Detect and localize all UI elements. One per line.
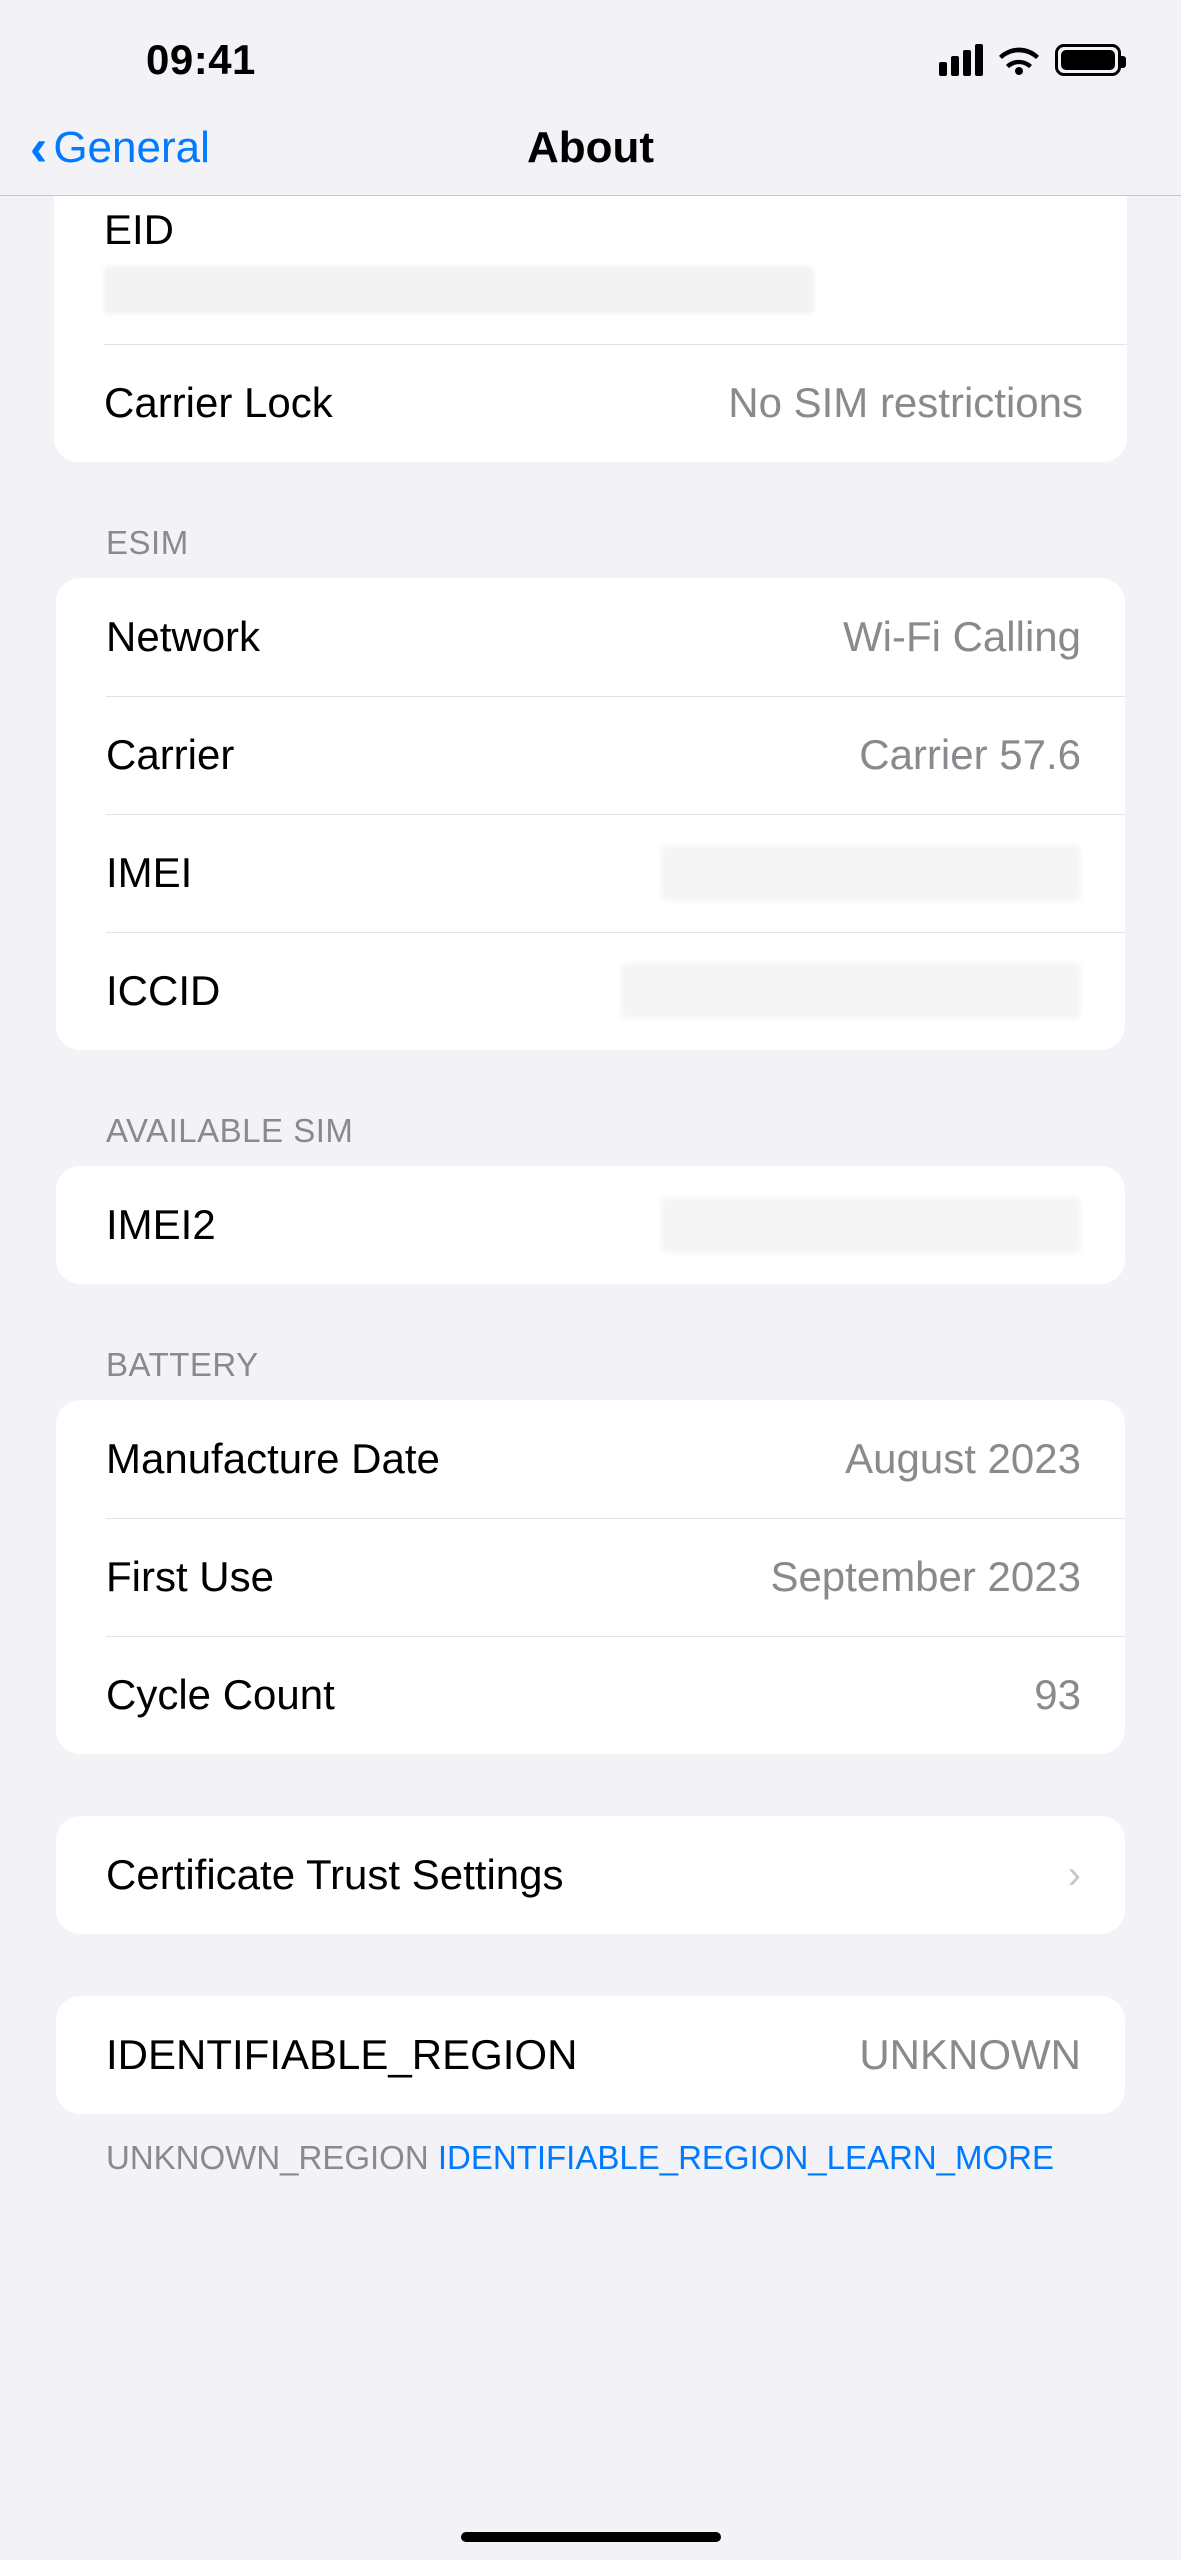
back-button[interactable]: ‹ General: [30, 122, 210, 174]
wifi-icon: [999, 45, 1039, 75]
chevron-left-icon: ‹: [30, 122, 47, 174]
chevron-right-icon: ›: [1068, 1853, 1081, 1898]
row-imei[interactable]: IMEI: [56, 814, 1125, 932]
carrier-value: Carrier 57.6: [859, 731, 1081, 779]
iccid-value-redacted: [621, 963, 1081, 1019]
battery-icon: [1055, 44, 1121, 76]
row-certificate-trust-settings[interactable]: Certificate Trust Settings ›: [56, 1816, 1125, 1934]
row-iccid[interactable]: ICCID: [56, 932, 1125, 1050]
group-region: IDENTIFIABLE_REGION UNKNOWN: [56, 1996, 1125, 2114]
row-identifiable-region[interactable]: IDENTIFIABLE_REGION UNKNOWN: [56, 1996, 1125, 2114]
row-first-use[interactable]: First Use September 2023: [56, 1518, 1125, 1636]
certificate-trust-label: Certificate Trust Settings: [106, 1851, 564, 1899]
group-available-sim: IMEI2: [56, 1166, 1125, 1284]
back-label: General: [53, 123, 210, 173]
region-footer-prefix: UNKNOWN_REGION: [106, 2139, 438, 2176]
region-learn-more-link[interactable]: IDENTIFIABLE_REGION_LEARN_MORE: [438, 2139, 1054, 2176]
carrier-label: Carrier: [106, 731, 234, 779]
section-header-battery: BATTERY: [56, 1284, 1125, 1400]
manufacture-date-value: August 2023: [845, 1435, 1081, 1483]
status-bar: 09:41: [0, 0, 1181, 110]
network-label: Network: [106, 613, 260, 661]
iccid-label: ICCID: [106, 967, 220, 1015]
row-carrier-lock[interactable]: Carrier Lock No SIM restrictions: [54, 344, 1127, 462]
home-indicator[interactable]: [461, 2532, 721, 2542]
group-battery: Manufacture Date August 2023 First Use S…: [56, 1400, 1125, 1754]
row-manufacture-date[interactable]: Manufacture Date August 2023: [56, 1400, 1125, 1518]
about-group-top: EID Carrier Lock No SIM restrictions: [54, 196, 1127, 462]
imei-label: IMEI: [106, 849, 192, 897]
manufacture-date-label: Manufacture Date: [106, 1435, 440, 1483]
region-value: UNKNOWN: [859, 2031, 1081, 2079]
carrier-lock-value: No SIM restrictions: [728, 379, 1083, 427]
status-indicators: [939, 44, 1121, 76]
first-use-label: First Use: [106, 1553, 274, 1601]
eid-value-redacted: [104, 266, 814, 314]
cellular-signal-icon: [939, 44, 983, 76]
section-header-available-sim: AVAILABLE SIM: [56, 1050, 1125, 1166]
content: EID Carrier Lock No SIM restrictions ESI…: [0, 196, 1181, 2242]
carrier-lock-label: Carrier Lock: [104, 379, 333, 427]
status-time: 09:41: [146, 36, 256, 84]
group-certificate-trust: Certificate Trust Settings ›: [56, 1816, 1125, 1934]
imei2-value-redacted: [661, 1197, 1081, 1253]
nav-header: ‹ General About: [0, 110, 1181, 196]
region-label: IDENTIFIABLE_REGION: [106, 2031, 577, 2079]
network-value: Wi-Fi Calling: [843, 613, 1081, 661]
row-eid[interactable]: EID: [54, 196, 1127, 344]
row-cycle-count[interactable]: Cycle Count 93: [56, 1636, 1125, 1754]
imei2-label: IMEI2: [106, 1201, 216, 1249]
cycle-count-label: Cycle Count: [106, 1671, 335, 1719]
group-esim: Network Wi-Fi Calling Carrier Carrier 57…: [56, 578, 1125, 1050]
row-carrier[interactable]: Carrier Carrier 57.6: [56, 696, 1125, 814]
imei-value-redacted: [661, 845, 1081, 901]
row-imei2[interactable]: IMEI2: [56, 1166, 1125, 1284]
region-footer: UNKNOWN_REGION IDENTIFIABLE_REGION_LEARN…: [56, 2114, 1125, 2182]
section-header-esim: ESIM: [56, 462, 1125, 578]
row-network[interactable]: Network Wi-Fi Calling: [56, 578, 1125, 696]
first-use-value: September 2023: [770, 1553, 1081, 1601]
eid-label: EID: [104, 206, 174, 254]
cycle-count-value: 93: [1034, 1671, 1081, 1719]
